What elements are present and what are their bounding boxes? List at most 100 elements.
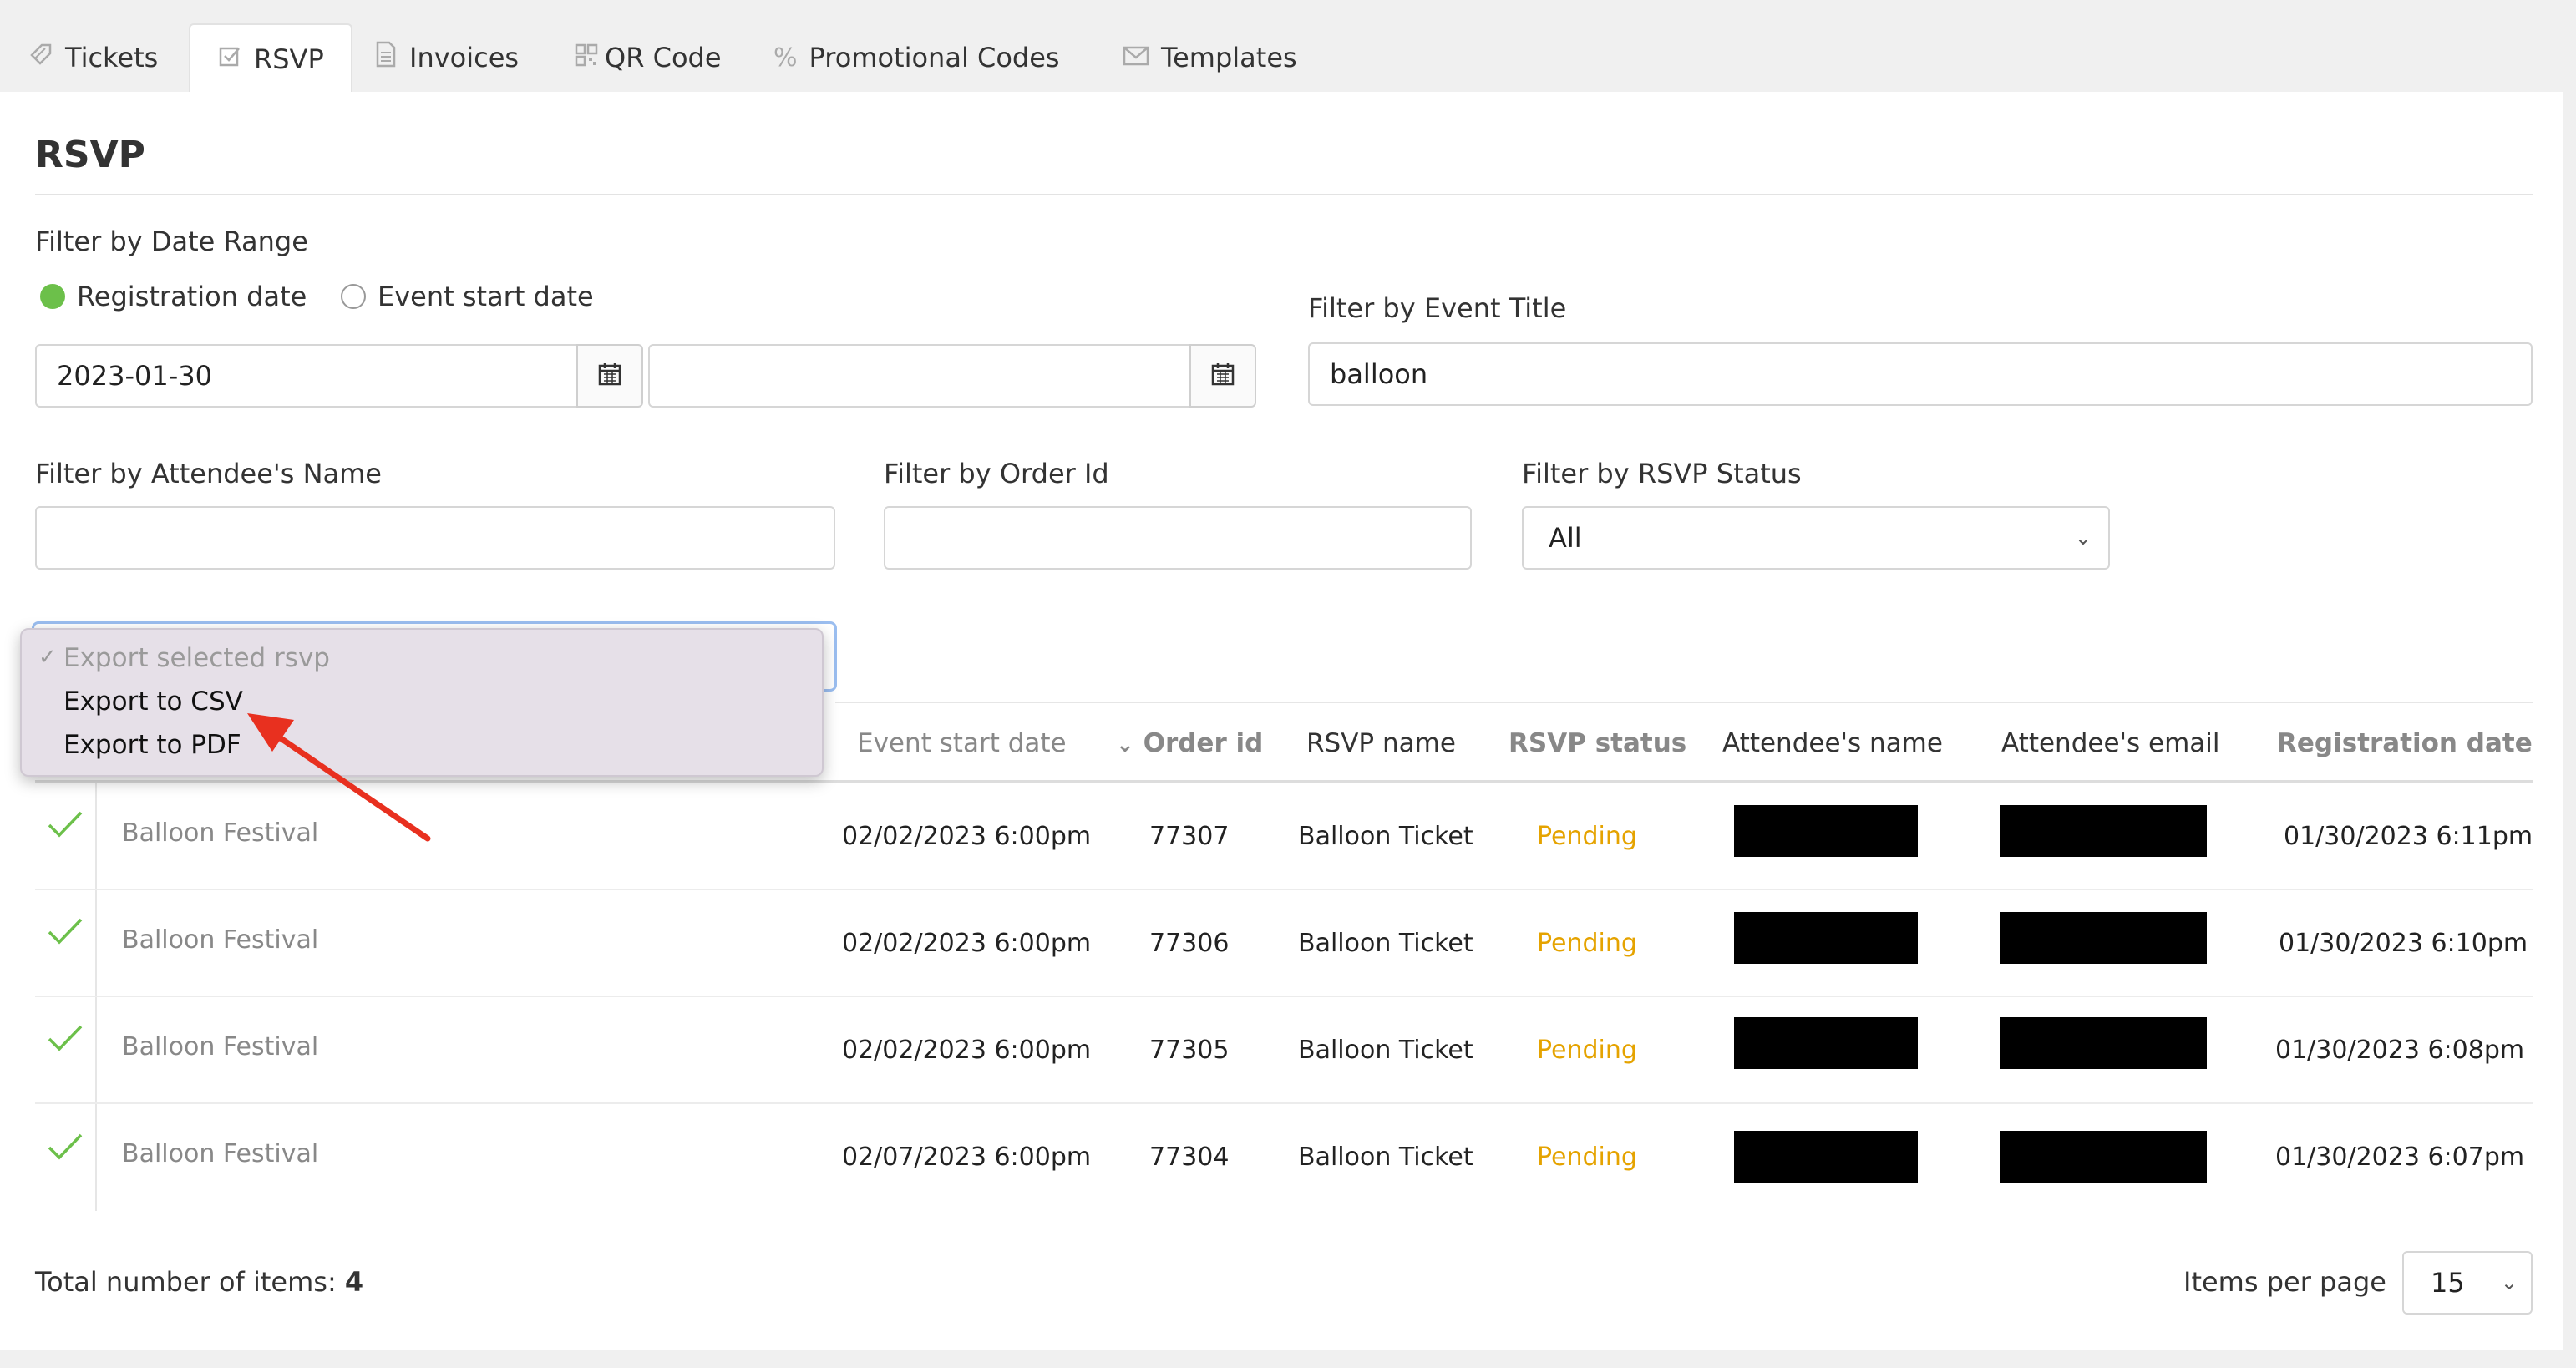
registration-date-cell: 01/30/2023 6:07pm	[2275, 1143, 2525, 1172]
redacted-attendee-name	[1734, 912, 1918, 964]
registration-date-cell: 01/30/2023 6:08pm	[2275, 1036, 2525, 1065]
redacted-attendee-email	[2000, 1017, 2207, 1069]
order-id-cell: 77306	[1149, 929, 1230, 958]
radio-registration-date[interactable]: Registration date	[40, 281, 307, 312]
date-range-label: Filter by Date Range	[35, 225, 308, 257]
tab-label: Tickets	[65, 42, 159, 73]
tab-label: Promotional Codes	[809, 42, 1060, 73]
tab-qr-code[interactable]: QR Code	[575, 23, 722, 92]
date-to-calendar-button[interactable]	[1189, 344, 1256, 408]
table-top-border	[835, 702, 2533, 703]
tab-label: QR Code	[605, 42, 722, 73]
order-id-cell: 77305	[1149, 1036, 1230, 1065]
event-start-cell: 02/07/2023 6:00pm	[842, 1143, 1092, 1172]
col-header-rsvp-status[interactable]: RSVP status	[1509, 728, 1686, 758]
date-to-input[interactable]	[648, 344, 1191, 408]
event-name-cell: Balloon Festival	[122, 818, 319, 848]
radio-label: Registration date	[77, 281, 307, 312]
rsvp-status-value: All	[1549, 522, 1582, 554]
order-id-cell: 77307	[1149, 822, 1230, 851]
export-option-pdf[interactable]: Export to PDF	[63, 730, 241, 760]
total-items: Total number of items: 4	[35, 1266, 363, 1298]
checkmark-icon[interactable]	[47, 1132, 84, 1166]
event-title-input[interactable]: balloon	[1308, 342, 2533, 406]
radio-label: Event start date	[378, 281, 594, 312]
percent-icon: %	[773, 43, 798, 73]
redacted-attendee-email	[2000, 805, 2207, 857]
attendee-name-label: Filter by Attendee's Name	[35, 458, 382, 489]
order-id-input[interactable]	[884, 506, 1472, 570]
checkmark-icon[interactable]	[47, 1024, 84, 1057]
event-start-cell: 02/02/2023 6:00pm	[842, 822, 1092, 851]
export-option-selected-rsvp: Export selected rsvp	[63, 643, 330, 673]
tab-label: Invoices	[409, 42, 520, 73]
rsvp-status-cell: Pending	[1537, 1036, 1637, 1065]
col-header-event-start[interactable]: Event start date	[857, 728, 1067, 758]
tab-bar: Tickets RSVP Invoices QR Code % Promotio…	[0, 0, 2576, 94]
checkmark-icon[interactable]	[47, 810, 84, 844]
tab-templates[interactable]: Templates	[1123, 23, 1297, 92]
attendee-name-input[interactable]	[35, 506, 835, 570]
order-id-cell: 77304	[1149, 1143, 1230, 1172]
document-icon	[374, 41, 398, 74]
rsvp-name-cell: Balloon Ticket	[1298, 822, 1473, 851]
items-per-page-select[interactable]: 15 ⌄	[2402, 1251, 2533, 1315]
tab-label: RSVP	[254, 43, 324, 75]
tab-label: Templates	[1161, 42, 1297, 73]
export-dropdown-menu: ✓ Export selected rsvp Export to CSV Exp…	[20, 628, 824, 777]
event-name-cell: Balloon Festival	[122, 1032, 319, 1061]
envelope-icon	[1123, 42, 1149, 73]
redacted-attendee-name	[1734, 805, 1918, 857]
checkmark-icon[interactable]	[47, 917, 84, 950]
registration-date-cell: 01/30/2023 6:10pm	[2279, 929, 2528, 958]
col-header-registration-date[interactable]: Registration date	[2277, 728, 2533, 758]
calendar-icon	[597, 362, 622, 390]
rsvp-status-cell: Pending	[1537, 1143, 1637, 1172]
divider	[35, 194, 2533, 195]
rsvp-status-cell: Pending	[1537, 929, 1637, 958]
chevron-down-icon: ⌄	[2074, 526, 2092, 550]
date-from-calendar-button[interactable]	[576, 344, 643, 408]
tab-tickets[interactable]: Tickets	[28, 23, 158, 92]
table-header-border	[35, 780, 2533, 783]
registration-date-cell: 01/30/2023 6:11pm	[2284, 822, 2533, 851]
redacted-attendee-name	[1734, 1017, 1918, 1069]
col-header-order-id[interactable]: ⌄ Order id	[1116, 728, 1263, 758]
col-header-rsvp-name[interactable]: RSVP name	[1306, 728, 1456, 758]
rsvp-name-cell: Balloon Ticket	[1298, 1036, 1473, 1065]
event-start-cell: 02/02/2023 6:00pm	[842, 1036, 1092, 1065]
col-header-label: Order id	[1143, 728, 1264, 758]
checkmark-icon: ✓	[38, 645, 57, 670]
qr-icon	[575, 42, 598, 73]
radio-unselected-indicator	[341, 284, 366, 309]
chevron-down-icon: ⌄	[2500, 1271, 2518, 1295]
rsvp-status-select[interactable]: All ⌄	[1522, 506, 2110, 570]
tab-invoices[interactable]: Invoices	[374, 23, 519, 92]
items-per-page-value: 15	[2431, 1267, 2465, 1299]
total-items-count: 4	[344, 1266, 364, 1298]
event-name-cell: Balloon Festival	[122, 1139, 319, 1168]
redacted-attendee-name	[1734, 1131, 1918, 1183]
rsvp-name-cell: Balloon Ticket	[1298, 929, 1473, 958]
radio-event-start-date[interactable]: Event start date	[341, 281, 594, 312]
radio-selected-indicator	[40, 284, 65, 309]
total-items-label: Total number of items:	[35, 1266, 337, 1298]
ticket-icon	[28, 42, 53, 73]
event-name-cell: Balloon Festival	[122, 925, 319, 955]
rsvp-status-label: Filter by RSVP Status	[1522, 458, 1802, 489]
order-id-label: Filter by Order Id	[884, 458, 1109, 489]
event-start-cell: 02/02/2023 6:00pm	[842, 929, 1092, 958]
calendar-icon	[1210, 362, 1235, 390]
rsvp-status-cell: Pending	[1537, 822, 1637, 851]
export-option-csv[interactable]: Export to CSV	[63, 687, 243, 717]
col-header-attendee-email[interactable]: Attendee's email	[2001, 728, 2220, 758]
tab-rsvp[interactable]: RSVP	[189, 23, 352, 94]
tab-promotional-codes[interactable]: % Promotional Codes	[773, 23, 1060, 92]
date-from-input[interactable]: 2023-01-30	[35, 344, 578, 408]
page-title: RSVP	[35, 134, 145, 176]
event-title-label: Filter by Event Title	[1308, 292, 1567, 324]
redacted-attendee-email	[2000, 1131, 2207, 1183]
col-header-attendee-name[interactable]: Attendee's name	[1722, 728, 1943, 758]
rsvp-name-cell: Balloon Ticket	[1298, 1143, 1473, 1172]
redacted-attendee-email	[2000, 912, 2207, 964]
